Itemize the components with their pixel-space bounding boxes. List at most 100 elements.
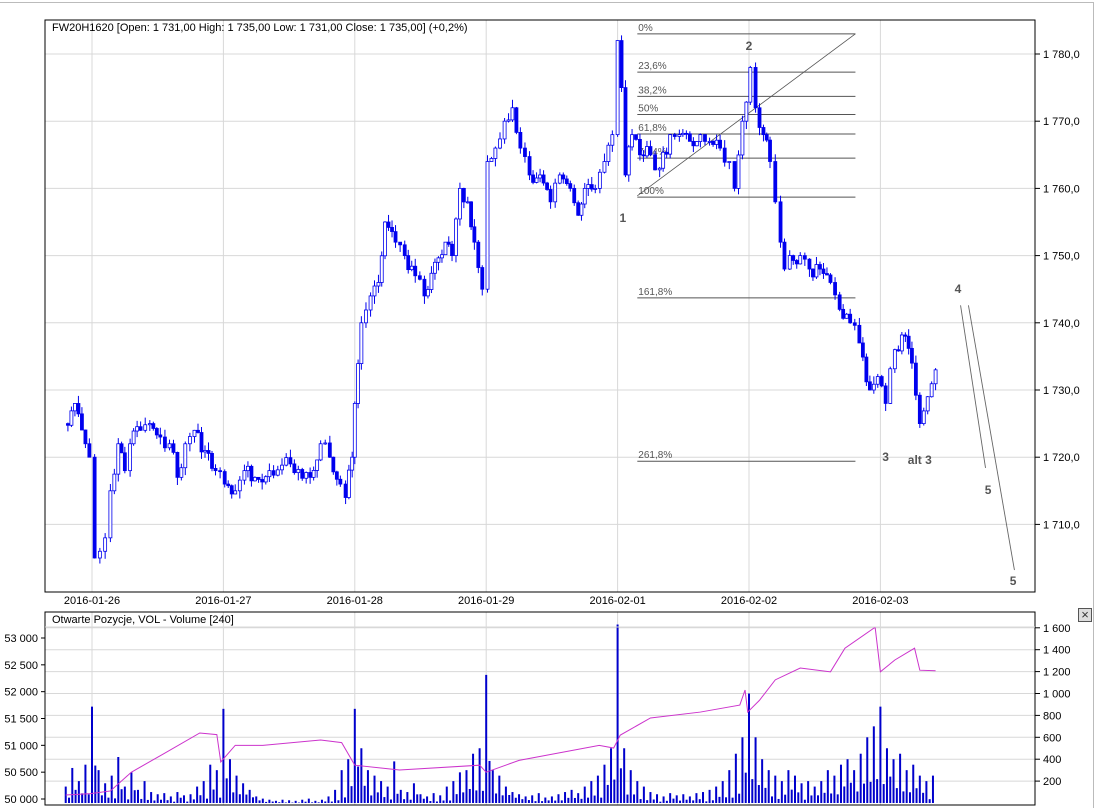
volume-bar	[659, 801, 662, 803]
volume-bar	[813, 786, 816, 803]
candle-body	[465, 201, 470, 204]
date-axis-label: 2016-01-29	[458, 595, 514, 607]
volume-bar	[587, 797, 590, 803]
candle-body	[436, 257, 441, 263]
oi-axis-label: 51 000	[4, 740, 38, 752]
candle-body	[112, 473, 117, 492]
candle-body	[892, 349, 897, 370]
candle-body	[222, 471, 227, 485]
chart-canvas[interactable]: 1 780,0 1 770,0 1 760,0 1 750,0 1 740,0 1 730…	[0, 0, 1098, 808]
volume-bar	[928, 799, 931, 803]
candle-body	[714, 139, 719, 145]
candle-body	[582, 187, 587, 205]
candle-body	[417, 275, 422, 280]
candle-body	[506, 119, 511, 122]
volume-bar	[176, 792, 179, 803]
candle-body	[158, 434, 163, 438]
volume-bar	[836, 794, 839, 803]
volume-bar	[403, 799, 406, 803]
candle-body	[757, 107, 762, 128]
volume-bar	[554, 800, 557, 803]
volume-bar	[373, 775, 376, 803]
volume-bar	[580, 798, 583, 803]
volume-bar	[761, 759, 764, 803]
volume-bar	[514, 797, 517, 803]
volume-bar	[922, 792, 925, 803]
volume-bar	[853, 770, 856, 803]
candle-body	[300, 469, 305, 479]
candle-body	[860, 342, 865, 358]
volume-bar	[353, 708, 356, 803]
volume-bar	[432, 793, 435, 803]
candle-body	[422, 278, 427, 297]
candle-body	[680, 132, 685, 136]
volume-axis-label: 400	[1043, 754, 1061, 766]
candle-body	[933, 369, 938, 385]
volume-bar	[182, 795, 185, 803]
volume-bar	[251, 797, 254, 803]
volume-bar	[337, 800, 340, 803]
candle-body	[280, 464, 284, 471]
volume-axis-label: 1 200	[1043, 667, 1071, 679]
volume-bar	[74, 789, 77, 803]
fib-level-label: 23,6%	[638, 61, 666, 72]
volume-bar	[107, 797, 110, 803]
candle-body	[641, 154, 646, 157]
candle-body	[253, 476, 257, 482]
candle-body	[727, 161, 732, 163]
volume-bar	[606, 784, 609, 803]
candle-body	[564, 178, 569, 185]
candle-body	[87, 443, 92, 458]
volume-bar	[357, 766, 360, 803]
candle-body	[833, 282, 837, 296]
candle-body	[192, 429, 197, 437]
candle-body	[69, 410, 74, 426]
candle-body	[579, 203, 584, 216]
candle-body	[837, 294, 842, 310]
date-axis-label: 2016-01-27	[195, 595, 251, 607]
close-panel-button[interactable]: ×	[1078, 608, 1092, 622]
candle-body	[899, 334, 904, 352]
candle-body	[409, 265, 414, 271]
volume-bar	[366, 770, 369, 803]
volume-bar	[458, 772, 461, 803]
fib-level-label: 61,8%	[638, 123, 666, 134]
candle-body	[857, 324, 862, 344]
volume-bar	[889, 776, 892, 803]
volume-bar	[419, 794, 422, 803]
volume-bar	[100, 795, 103, 803]
candle-body	[196, 429, 200, 433]
volume-bar	[918, 775, 921, 803]
volume-bar	[426, 796, 429, 803]
candle-body	[179, 467, 184, 478]
volume-bar	[498, 775, 501, 803]
volume-bar	[320, 799, 323, 803]
candle-body	[356, 363, 360, 404]
volume-bar	[363, 785, 366, 803]
candle-body	[359, 322, 364, 365]
volume-bar	[738, 793, 741, 803]
candle-body	[888, 368, 893, 404]
oi-axis-label: 52 500	[4, 660, 38, 672]
candle-body	[413, 265, 418, 277]
volume-bar	[629, 770, 632, 803]
volume-bar	[386, 786, 389, 803]
candle-body	[744, 101, 749, 122]
volume-bar	[885, 748, 888, 803]
volume-bar	[205, 798, 208, 803]
volume-bar	[117, 757, 120, 803]
volume-bar	[787, 770, 790, 803]
volume-bar	[839, 764, 842, 803]
volume-bar	[685, 799, 688, 803]
candle-body	[653, 154, 657, 171]
volume-bar	[307, 798, 310, 803]
volume-bar	[196, 786, 199, 803]
candle-body	[687, 133, 692, 142]
volume-bar	[511, 792, 514, 803]
volume-bar	[672, 798, 675, 803]
candle-body	[875, 376, 880, 385]
volume-bar	[567, 797, 570, 803]
candle-body	[572, 187, 577, 204]
candle-body	[472, 226, 477, 243]
oi-axis-label: 53 000	[4, 633, 38, 645]
